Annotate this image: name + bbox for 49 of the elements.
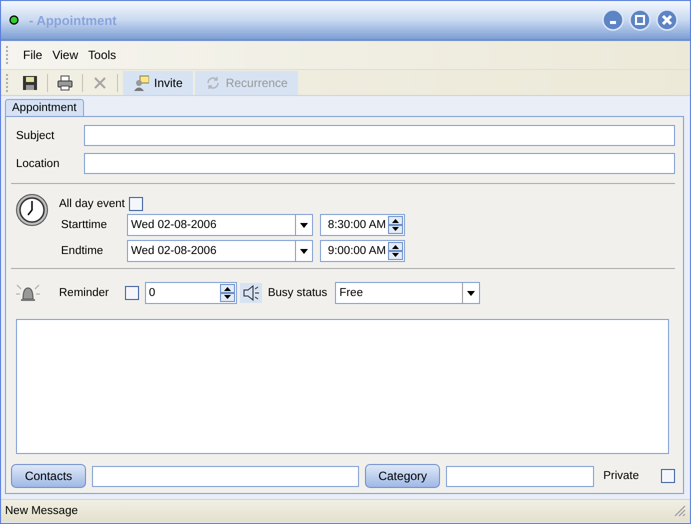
date-dropdown[interactable]: Wed 02-08-2006 <box>127 214 313 236</box>
status-text: New Message <box>5 505 78 517</box>
dropdown-arrow-icon <box>300 248 308 254</box>
window-title: - Appointment <box>29 12 117 28</box>
recurrence-icon <box>204 74 221 90</box>
maximize-button[interactable] <box>629 9 651 31</box>
menu-item[interactable]: Tools <box>83 48 122 62</box>
grip-handle[interactable] <box>6 46 10 64</box>
category-field[interactable] <box>446 466 594 486</box>
speaker-icon <box>242 285 260 301</box>
text-field[interactable] <box>84 125 675 146</box>
tab[interactable]: Appointment <box>5 99 84 116</box>
status-dot-icon <box>9 15 19 25</box>
notes-field[interactable] <box>16 319 669 454</box>
checkbox[interactable] <box>128 197 143 211</box>
dropdown-arrow-icon <box>300 222 308 228</box>
grip-handle[interactable] <box>6 74 10 92</box>
spin-buttons-icon <box>388 216 403 234</box>
spin-buttons-icon <box>220 284 235 302</box>
menu-item[interactable]: File <box>18 48 48 62</box>
sound-button[interactable] <box>240 283 262 303</box>
resize-grip-icon <box>674 505 686 517</box>
field-label: Reminder <box>59 287 109 299</box>
close-button[interactable] <box>656 9 678 31</box>
clock-icon <box>15 193 49 227</box>
dropdown-arrow-icon <box>467 290 476 296</box>
checkbox[interactable] <box>661 469 675 483</box>
category-button[interactable]: Category <box>365 464 440 488</box>
field-label: Location <box>16 158 60 170</box>
delete-icon <box>92 74 108 90</box>
printer-icon <box>57 74 73 90</box>
checkbox[interactable] <box>124 286 139 300</box>
people-icon <box>133 74 149 90</box>
checkbox-label: Private <box>603 470 639 482</box>
minimize-button[interactable] <box>602 9 624 31</box>
field-label: Subject <box>16 130 56 142</box>
spin-buttons-icon <box>388 242 403 260</box>
menu-item[interactable]: View <box>47 48 84 62</box>
save-icon <box>22 74 38 90</box>
people-button[interactable]: Invite <box>123 70 193 94</box>
contacts-field[interactable] <box>92 466 360 486</box>
field-label: Busy status <box>268 287 328 299</box>
contacts-button[interactable]: Contacts <box>11 464 86 488</box>
checkbox-label: All day event <box>59 198 125 210</box>
date-dropdown[interactable]: Wed 02-08-2006 <box>127 240 313 262</box>
busy-status-dropdown[interactable]: Free <box>335 282 480 304</box>
field-label: Starttime <box>60 219 108 231</box>
text-field[interactable] <box>84 153 675 174</box>
field-label: Endtime <box>60 245 104 257</box>
